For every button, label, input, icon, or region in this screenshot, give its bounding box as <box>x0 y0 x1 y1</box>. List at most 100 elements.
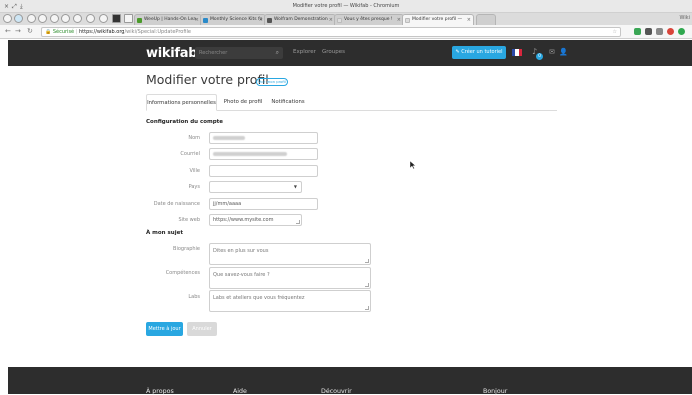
notification-badge: 0 <box>536 53 543 60</box>
close-tab-icon[interactable]: × <box>329 15 333 25</box>
pinned-tab-icon[interactable] <box>124 14 133 23</box>
tab-favicon-icon <box>337 18 342 23</box>
tab-label: Monthly Science Kits fo <box>210 17 263 22</box>
field-label-nom: Nom <box>188 135 200 141</box>
window-titlebar: × ⤢ ⤓ Modifier votre profil — Wikifab - … <box>0 0 692 13</box>
close-tab-icon[interactable]: × <box>259 15 263 25</box>
field-label-competences: Compétences <box>165 270 200 276</box>
tab-favicon-icon <box>203 18 208 23</box>
browser-tab[interactable]: Wolfram Demonstration × <box>264 14 336 25</box>
tab-favicon-icon <box>405 18 410 23</box>
search-placeholder: Rechercher <box>199 50 228 56</box>
extension-icon[interactable] <box>634 28 641 35</box>
skills-textarea[interactable]: Que savez-vous faire ? <box>209 267 371 289</box>
labs-placeholder: Labs et ateliers que vous fréquentez <box>213 295 305 301</box>
tab-profile-photo[interactable]: Photo de profil <box>221 94 265 111</box>
cancel-button[interactable]: Annuler <box>187 322 217 336</box>
extension-icon[interactable] <box>656 28 663 35</box>
browser-tab[interactable]: Monthly Science Kits fo × <box>200 14 266 25</box>
close-tab-icon[interactable]: × <box>397 15 401 25</box>
bookmark-star-icon[interactable]: ☆ <box>613 28 617 36</box>
email-field[interactable] <box>209 148 318 160</box>
biography-textarea[interactable]: Dites en plus sur vous <box>209 243 371 265</box>
profile-tabs: Informations personnelles Photo de profi… <box>146 91 557 111</box>
extension-icon[interactable] <box>645 28 652 35</box>
tab-label: Wolfram Demonstration <box>274 17 328 22</box>
user-icon[interactable]: 👤 <box>559 48 568 56</box>
section-account-title: Configuration du compte <box>146 119 224 125</box>
resize-grip-icon[interactable] <box>365 306 369 310</box>
url-host: https://wikifab.org <box>79 29 125 35</box>
pinned-tab-icon[interactable] <box>50 14 59 23</box>
secure-label: Sécurisé <box>52 29 75 35</box>
tab-label: Vous y êtes presque ! <box>344 17 393 22</box>
country-select[interactable]: ▼ <box>209 181 302 193</box>
extension-icon[interactable] <box>678 28 685 35</box>
mouse-cursor-icon <box>410 161 416 169</box>
website-field[interactable]: https://www.mysite.com <box>209 214 302 226</box>
labs-textarea[interactable]: Labs et ateliers que vous fréquentez <box>209 290 371 312</box>
extension-icon[interactable] <box>667 28 674 35</box>
redacted-value <box>213 135 245 140</box>
pinned-tab-icon[interactable] <box>27 14 36 23</box>
new-tab-button[interactable] <box>476 14 496 25</box>
pinned-tab-icon[interactable] <box>61 14 70 23</box>
resize-grip-icon[interactable] <box>365 259 369 263</box>
field-label-ville: Ville <box>189 168 200 174</box>
field-label-labs: Labs <box>188 294 200 300</box>
pinned-tab-icon[interactable] <box>86 14 95 23</box>
update-profile-button[interactable]: Mettre à jour <box>146 322 183 336</box>
tab-favicon-icon <box>137 18 142 23</box>
search-icon[interactable]: ⌕ <box>276 47 279 59</box>
browser-tab[interactable]: WeeUp | Hands-On Lea × <box>134 14 202 25</box>
pinned-tab-icon[interactable] <box>14 14 23 23</box>
pinned-tab-icon[interactable] <box>38 14 47 23</box>
site-footer: À propos Aide Découvrir Bonjour <box>8 367 692 395</box>
field-label-pays: Pays <box>188 184 200 190</box>
field-label-site: Site web <box>178 217 200 223</box>
section-about-title: À mon sujet <box>146 230 183 236</box>
tab-notifications[interactable]: Notifications <box>269 94 307 111</box>
browser-tab-active[interactable]: Modifier votre profil — × <box>402 14 474 25</box>
site-logo[interactable]: wikifab <box>146 46 198 61</box>
lock-icon: 🔒 <box>45 29 52 35</box>
skills-placeholder: Que savez-vous faire ? <box>213 272 270 278</box>
tab-favicon-icon <box>267 18 272 23</box>
dropdown-caret-icon: ▼ <box>293 184 297 189</box>
tab-personal-info[interactable]: Informations personnelles <box>146 94 217 111</box>
resize-grip-icon[interactable] <box>296 220 300 224</box>
site-search-input[interactable]: Rechercher ⌕ <box>195 47 283 59</box>
forward-icon[interactable]: → <box>15 27 21 35</box>
pinned-tab-icon[interactable] <box>99 14 108 23</box>
site-header: wikifab Rechercher ⌕ Explorer Groupes ✎ … <box>8 40 692 66</box>
back-icon[interactable]: ← <box>5 27 11 35</box>
browser-tab[interactable]: Vous y êtes presque ! × <box>334 14 404 25</box>
field-label-naissance: Date de naissance <box>153 201 200 207</box>
create-tutorial-button[interactable]: ✎ Créer un tutoriel <box>452 46 506 59</box>
window-title: Modifier votre profil — Wikifab - Chromi… <box>292 3 400 9</box>
birthdate-field[interactable]: jj/mm/aaaa <box>209 198 318 210</box>
reload-icon[interactable]: ↻ <box>27 27 33 35</box>
city-field[interactable] <box>209 165 318 177</box>
address-bar[interactable]: 🔒 Sécurisé | https://wikifab.org/wiki/Sp… <box>41 27 621 37</box>
view-profile-button[interactable]: Voir mon profil <box>256 78 288 86</box>
french-flag-icon[interactable] <box>512 49 522 56</box>
pinned-tab-icon[interactable] <box>73 14 82 23</box>
biography-placeholder: Dites en plus sur vous <box>213 248 269 254</box>
close-tab-icon[interactable]: × <box>195 15 199 25</box>
tab-label: Modifier votre profil — <box>412 17 463 22</box>
apps-icon[interactable] <box>3 14 12 23</box>
pinned-tab-icon[interactable] <box>112 14 121 23</box>
redacted-value <box>213 151 287 156</box>
nav-groupes[interactable]: Groupes <box>322 49 345 55</box>
mail-icon[interactable]: ✉ <box>549 48 555 56</box>
resize-grip-icon[interactable] <box>365 283 369 287</box>
website-placeholder: https://www.mysite.com <box>213 217 274 223</box>
name-field[interactable] <box>209 132 318 144</box>
tab-label: WeeUp | Hands-On Lea <box>144 17 196 22</box>
browser-tab-strip: WeeUp | Hands-On Lea × Monthly Science K… <box>0 13 692 25</box>
nav-explorer[interactable]: Explorer <box>293 49 316 55</box>
birthdate-placeholder: jj/mm/aaaa <box>213 201 242 207</box>
page-title: Modifier votre profil <box>146 72 269 87</box>
close-tab-icon[interactable]: × <box>467 15 471 25</box>
